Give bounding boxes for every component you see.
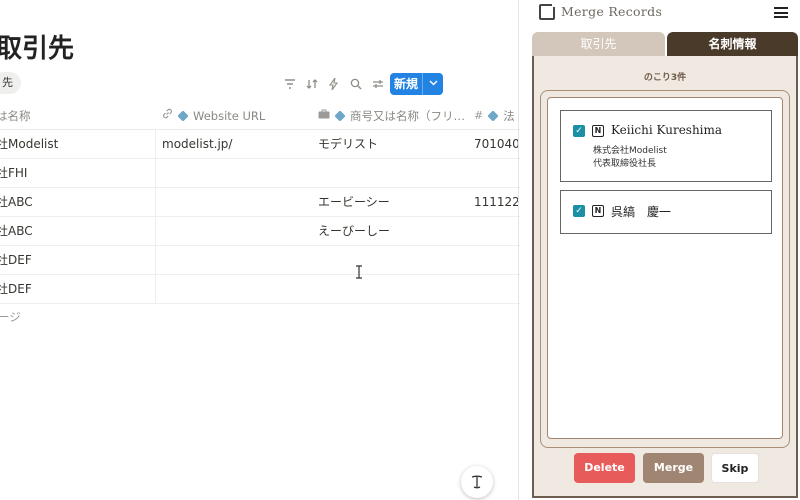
- table-row[interactable]: 社FHI: [0, 159, 520, 188]
- delete-button[interactable]: Delete: [574, 453, 635, 483]
- table-cell[interactable]: えーびーしー: [318, 217, 468, 245]
- record-position: 代表取締役社長: [593, 159, 657, 169]
- merge-button[interactable]: Merge: [643, 453, 704, 483]
- column-header-corp-number[interactable]: # 法: [474, 102, 520, 130]
- column-label: 法: [503, 109, 515, 123]
- column-header-name[interactable]: は名称: [0, 102, 152, 130]
- table-cell[interactable]: [162, 217, 312, 245]
- table-cell[interactable]: 社ABC: [0, 188, 152, 216]
- table-cell[interactable]: [474, 159, 520, 187]
- checkbox-checked-icon[interactable]: ✓: [573, 205, 585, 217]
- notion-icon: N: [592, 125, 604, 137]
- hash-icon: #: [474, 109, 484, 122]
- chevron-down-icon[interactable]: [423, 79, 443, 89]
- table-cell[interactable]: [474, 275, 520, 303]
- app-root: 取引先 先 新規 は名称 Website URL 商号又は名称（フリ… # 法 …: [0, 0, 800, 500]
- table-cell[interactable]: 1111222: [474, 188, 520, 216]
- table-header: は名称 Website URL 商号又は名称（フリ… # 法: [0, 102, 520, 130]
- tab-accounts[interactable]: 取引先: [532, 32, 665, 56]
- skip-button[interactable]: Skip: [711, 453, 759, 483]
- table-row[interactable]: 社DEF: [0, 246, 520, 275]
- remaining-count: のこり3件: [643, 73, 687, 83]
- table-cell[interactable]: [162, 246, 312, 274]
- table-cell[interactable]: 社DEF: [0, 246, 152, 274]
- cube-icon: [334, 110, 346, 122]
- column-divider: [155, 188, 156, 216]
- record-name: Keiichi Kureshima: [611, 123, 723, 137]
- sort-icon[interactable]: [302, 74, 322, 94]
- column-divider: [155, 275, 156, 303]
- text-cursor-icon: [355, 265, 363, 282]
- table-cell[interactable]: 社ABC: [0, 217, 152, 245]
- merge-content-frame: のこり3件 ✓ N Keiichi Kureshima 株式会社Modelist…: [532, 56, 798, 498]
- merge-panel-header: Merge Records: [520, 0, 800, 28]
- link-icon: [162, 102, 173, 130]
- records-outer-box: ✓ N Keiichi Kureshima 株式会社Modelist 代表取締役…: [540, 90, 790, 448]
- checkbox-checked-icon[interactable]: ✓: [573, 125, 585, 137]
- record-company: 株式会社Modelist: [593, 146, 667, 156]
- table-cell[interactable]: [318, 246, 468, 274]
- table-row[interactable]: 社Modelist modelist.jp/ モデリスト 7010401: [0, 130, 520, 159]
- page-title: 取引先: [0, 34, 75, 64]
- column-divider: [155, 159, 156, 187]
- notion-icon: N: [592, 205, 604, 217]
- briefcase-icon: [318, 102, 330, 130]
- help-icon[interactable]: [461, 466, 493, 498]
- table-cell[interactable]: [474, 246, 520, 274]
- column-divider: [155, 246, 156, 274]
- database-toolbar: [280, 74, 390, 94]
- record-card[interactable]: ✓ N 呉縞 慶一: [560, 190, 772, 234]
- table-row[interactable]: 社ABC えーびーしー: [0, 217, 520, 246]
- hamburger-menu-icon[interactable]: [774, 7, 788, 18]
- table-cell[interactable]: 社Modelist: [0, 130, 152, 158]
- merge-app-icon: [539, 1, 558, 20]
- filter-icon[interactable]: [280, 74, 300, 94]
- table-cell[interactable]: [474, 217, 520, 245]
- add-page-row[interactable]: ージ: [0, 309, 21, 325]
- merge-tabs: 取引先 名刺情報: [532, 32, 798, 56]
- column-label: Website URL: [193, 109, 266, 123]
- new-button-label: 新規: [390, 73, 423, 95]
- new-record-button[interactable]: 新規: [390, 73, 443, 95]
- merge-panel-title: Merge Records: [561, 4, 663, 19]
- table-row[interactable]: 社DEF: [0, 275, 520, 304]
- table-cell[interactable]: エービーシー: [318, 188, 468, 216]
- column-header-kana[interactable]: 商号又は名称（フリ…: [318, 102, 468, 130]
- database-page: 取引先 先 新規 は名称 Website URL 商号又は名称（フリ… # 法 …: [0, 0, 520, 500]
- table-cell[interactable]: modelist.jp/: [162, 130, 312, 158]
- table-cell[interactable]: モデリスト: [318, 130, 468, 158]
- record-card[interactable]: ✓ N Keiichi Kureshima 株式会社Modelist 代表取締役…: [560, 110, 772, 182]
- table-cell[interactable]: [162, 188, 312, 216]
- merge-panel: Merge Records 取引先 名刺情報 のこり3件 ✓ N Keiichi…: [520, 0, 800, 500]
- column-header-website[interactable]: Website URL: [162, 102, 312, 130]
- database-table: は名称 Website URL 商号又は名称（フリ… # 法 社Modelist…: [0, 102, 520, 304]
- search-icon[interactable]: [346, 74, 366, 94]
- column-label: 商号又は名称（フリ…: [350, 109, 465, 123]
- table-cell[interactable]: [318, 275, 468, 303]
- view-tab[interactable]: 先: [0, 72, 21, 94]
- table-cell[interactable]: 社FHI: [0, 159, 152, 187]
- table-cell[interactable]: 社DEF: [0, 275, 152, 303]
- settings-sliders-icon[interactable]: [368, 74, 388, 94]
- records-list: ✓ N Keiichi Kureshima 株式会社Modelist 代表取締役…: [547, 97, 783, 439]
- table-cell[interactable]: [318, 159, 468, 187]
- lightning-icon[interactable]: [324, 74, 344, 94]
- column-divider: [155, 130, 156, 158]
- table-cell[interactable]: [162, 275, 312, 303]
- column-divider: [155, 217, 156, 245]
- table-cell[interactable]: 7010401: [474, 130, 520, 158]
- cube-icon: [487, 110, 499, 122]
- record-name: 呉縞 慶一: [611, 205, 672, 219]
- cube-icon: [177, 110, 189, 122]
- tab-business-cards[interactable]: 名刺情報: [667, 32, 798, 56]
- table-cell[interactable]: [162, 159, 312, 187]
- panel-divider: [518, 0, 519, 500]
- column-label: は名称: [0, 109, 31, 123]
- table-row[interactable]: 社ABC エービーシー 1111222: [0, 188, 520, 217]
